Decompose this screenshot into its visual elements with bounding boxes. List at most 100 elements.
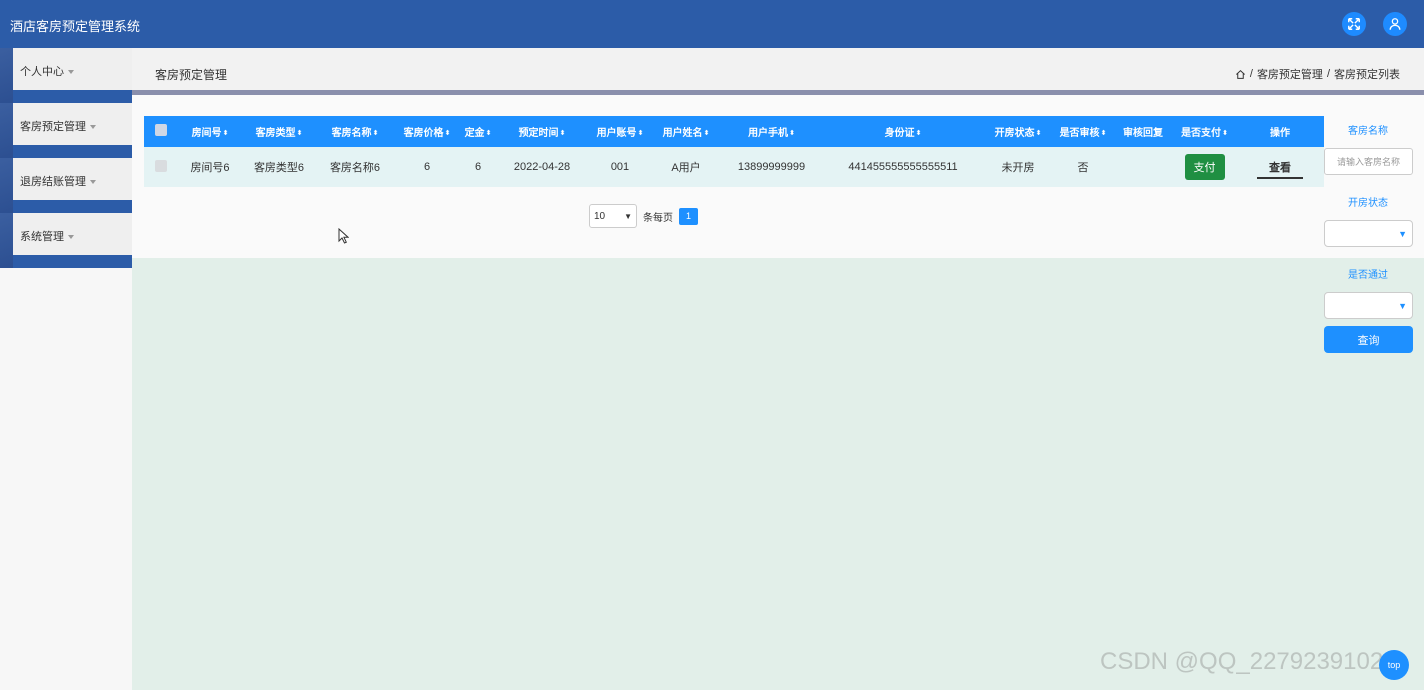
cell-id-card: 441455555555555511	[823, 147, 983, 187]
column-header: 审核回复	[1113, 116, 1173, 147]
column-header: 操作	[1236, 116, 1324, 147]
page-size-value: 10	[594, 210, 606, 222]
breadcrumb-separator: /	[1326, 68, 1330, 80]
sidebar: 个人中心 客房预定管理 退房结账管理 系统管理	[0, 48, 132, 690]
sidebar-bar	[13, 90, 132, 103]
page-size-select[interactable]: 10 ▼	[589, 204, 637, 228]
caret-down-icon	[90, 125, 96, 130]
table-row: 房间号6 客房类型6 客房名称6 6 6 2022-04-28 001 A用户 …	[144, 147, 1324, 187]
chevron-down-icon: ▼	[1398, 300, 1407, 311]
column-header[interactable]: 是否支付⬍	[1173, 116, 1236, 147]
caret-down-icon	[68, 235, 74, 240]
sidebar-item-personal-center[interactable]: 个人中心	[0, 48, 132, 103]
breadcrumb-item[interactable]: 客房预定管理	[1257, 66, 1323, 82]
sort-icon: ⬍	[485, 130, 492, 138]
column-header[interactable]: 定金⬍	[460, 116, 496, 147]
room-name-input[interactable]: 请输入客房名称	[1324, 148, 1413, 175]
open-status-label: 开房状态	[1348, 198, 1388, 209]
breadcrumb-item: 客房预定列表	[1334, 69, 1400, 81]
sidebar-bar	[13, 200, 132, 213]
cell-room-no: 房间号6	[178, 147, 242, 187]
sidebar-bar	[13, 145, 132, 158]
sidebar-item-system[interactable]: 系统管理	[0, 213, 132, 268]
sidebar-item-label: 退房结账管理	[20, 173, 96, 189]
cell-room-name: 客房名称6	[316, 147, 394, 187]
cell-price: 6	[394, 147, 460, 187]
row-select-cell	[144, 147, 178, 187]
column-header[interactable]: 是否审核⬍	[1053, 116, 1113, 147]
sort-icon: ⬍	[1035, 130, 1042, 138]
sort-icon: ⬍	[1222, 130, 1228, 138]
select-all-checkbox[interactable]	[155, 124, 167, 136]
sidebar-item-label: 个人中心	[20, 63, 74, 79]
sidebar-stripe	[0, 213, 13, 268]
mouse-cursor-icon	[338, 228, 349, 244]
passed-select[interactable]: ▼	[1324, 292, 1413, 319]
breadcrumb-separator: /	[1249, 68, 1253, 80]
sort-icon: ⬍	[372, 130, 379, 138]
sidebar-item-label: 客房预定管理	[20, 118, 96, 134]
sort-icon: ⬍	[222, 130, 229, 138]
sidebar-stripe	[0, 48, 13, 103]
cell-date: 2022-04-28	[496, 147, 588, 187]
sidebar-item-checkout[interactable]: 退房结账管理	[0, 158, 132, 213]
pay-button[interactable]: 支付	[1184, 154, 1225, 180]
user-icon[interactable]	[1383, 12, 1407, 36]
open-status-select[interactable]: ▼	[1324, 220, 1413, 247]
caret-down-icon	[90, 180, 96, 185]
view-button[interactable]: 查看	[1257, 156, 1303, 179]
fullscreen-icon[interactable]	[1342, 12, 1366, 36]
sidebar-stripe	[0, 103, 13, 158]
cell-audited: 否	[1053, 147, 1113, 187]
sort-icon: ⬍	[915, 130, 922, 138]
column-header[interactable]: 客房类型⬍	[242, 116, 316, 147]
sort-icon: ⬍	[296, 130, 303, 138]
cell-open-status: 未开房	[983, 147, 1053, 187]
table-header-row: 房间号⬍ 客房类型⬍ 客房名称⬍ 客房价格⬍ 定金⬍ 预定时间⬍ 用户账号⬍ 用…	[144, 116, 1324, 147]
column-header[interactable]: 客房价格⬍	[394, 116, 460, 147]
cell-room-type: 客房类型6	[242, 147, 316, 187]
sidebar-bar	[13, 255, 132, 268]
per-page-label: 条每页	[643, 212, 673, 224]
sidebar-item-room-booking[interactable]: 客房预定管理	[0, 103, 132, 158]
home-icon[interactable]	[1235, 69, 1246, 80]
column-header[interactable]: 用户账号⬍	[588, 116, 652, 147]
cell-deposit: 6	[460, 147, 496, 187]
chevron-down-icon: ▼	[624, 211, 632, 221]
cell-actions: 查看	[1236, 147, 1324, 187]
booking-table: 房间号⬍ 客房类型⬍ 客房名称⬍ 客房价格⬍ 定金⬍ 预定时间⬍ 用户账号⬍ 用…	[144, 116, 1324, 187]
watermark: CSDN @QQ_2279239102	[1100, 648, 1384, 675]
cell-user-name: A用户	[652, 147, 720, 187]
cell-audit-reply	[1113, 147, 1173, 187]
column-header[interactable]: 客房名称⬍	[316, 116, 394, 147]
sort-icon: ⬍	[1100, 130, 1107, 138]
cell-pay: 支付	[1173, 147, 1236, 187]
page-number-button[interactable]: 1	[679, 207, 698, 225]
column-header[interactable]: 用户姓名⬍	[652, 116, 720, 147]
query-button[interactable]: 查询	[1324, 326, 1413, 353]
column-header[interactable]: 开房状态⬍	[983, 116, 1053, 147]
breadcrumb-bar: 客房预定管理 / 客房预定管理 / 客房预定列表	[132, 48, 1424, 90]
top-bar: 酒店客房预定管理系统	[0, 0, 1424, 48]
sort-icon: ⬍	[444, 130, 451, 138]
page-title: 客房预定管理	[155, 68, 228, 82]
breadcrumb: / 客房预定管理 / 客房预定列表	[1235, 66, 1400, 82]
room-name-placeholder: 请输入客房名称	[1336, 157, 1400, 167]
chevron-down-icon: ▼	[1398, 228, 1407, 239]
column-header[interactable]: 预定时间⬍	[496, 116, 588, 147]
back-to-top-button[interactable]: top	[1379, 650, 1409, 680]
pagination: 10 ▼ 条每页 1	[589, 204, 698, 228]
sort-icon: ⬍	[559, 130, 566, 138]
column-header[interactable]: 用户手机⬍	[720, 116, 823, 147]
cell-account: 001	[588, 147, 652, 187]
passed-label: 是否通过	[1348, 270, 1388, 281]
sidebar-stripe	[0, 158, 13, 213]
app-title: 酒店客房预定管理系统	[10, 19, 141, 34]
column-header[interactable]: 房间号⬍	[178, 116, 242, 147]
column-header[interactable]: 身份证⬍	[823, 116, 983, 147]
caret-down-icon	[68, 70, 74, 75]
sort-icon: ⬍	[789, 130, 795, 138]
sort-icon: ⬍	[637, 130, 644, 138]
row-checkbox[interactable]	[155, 159, 167, 172]
room-name-label: 客房名称	[1348, 126, 1388, 137]
